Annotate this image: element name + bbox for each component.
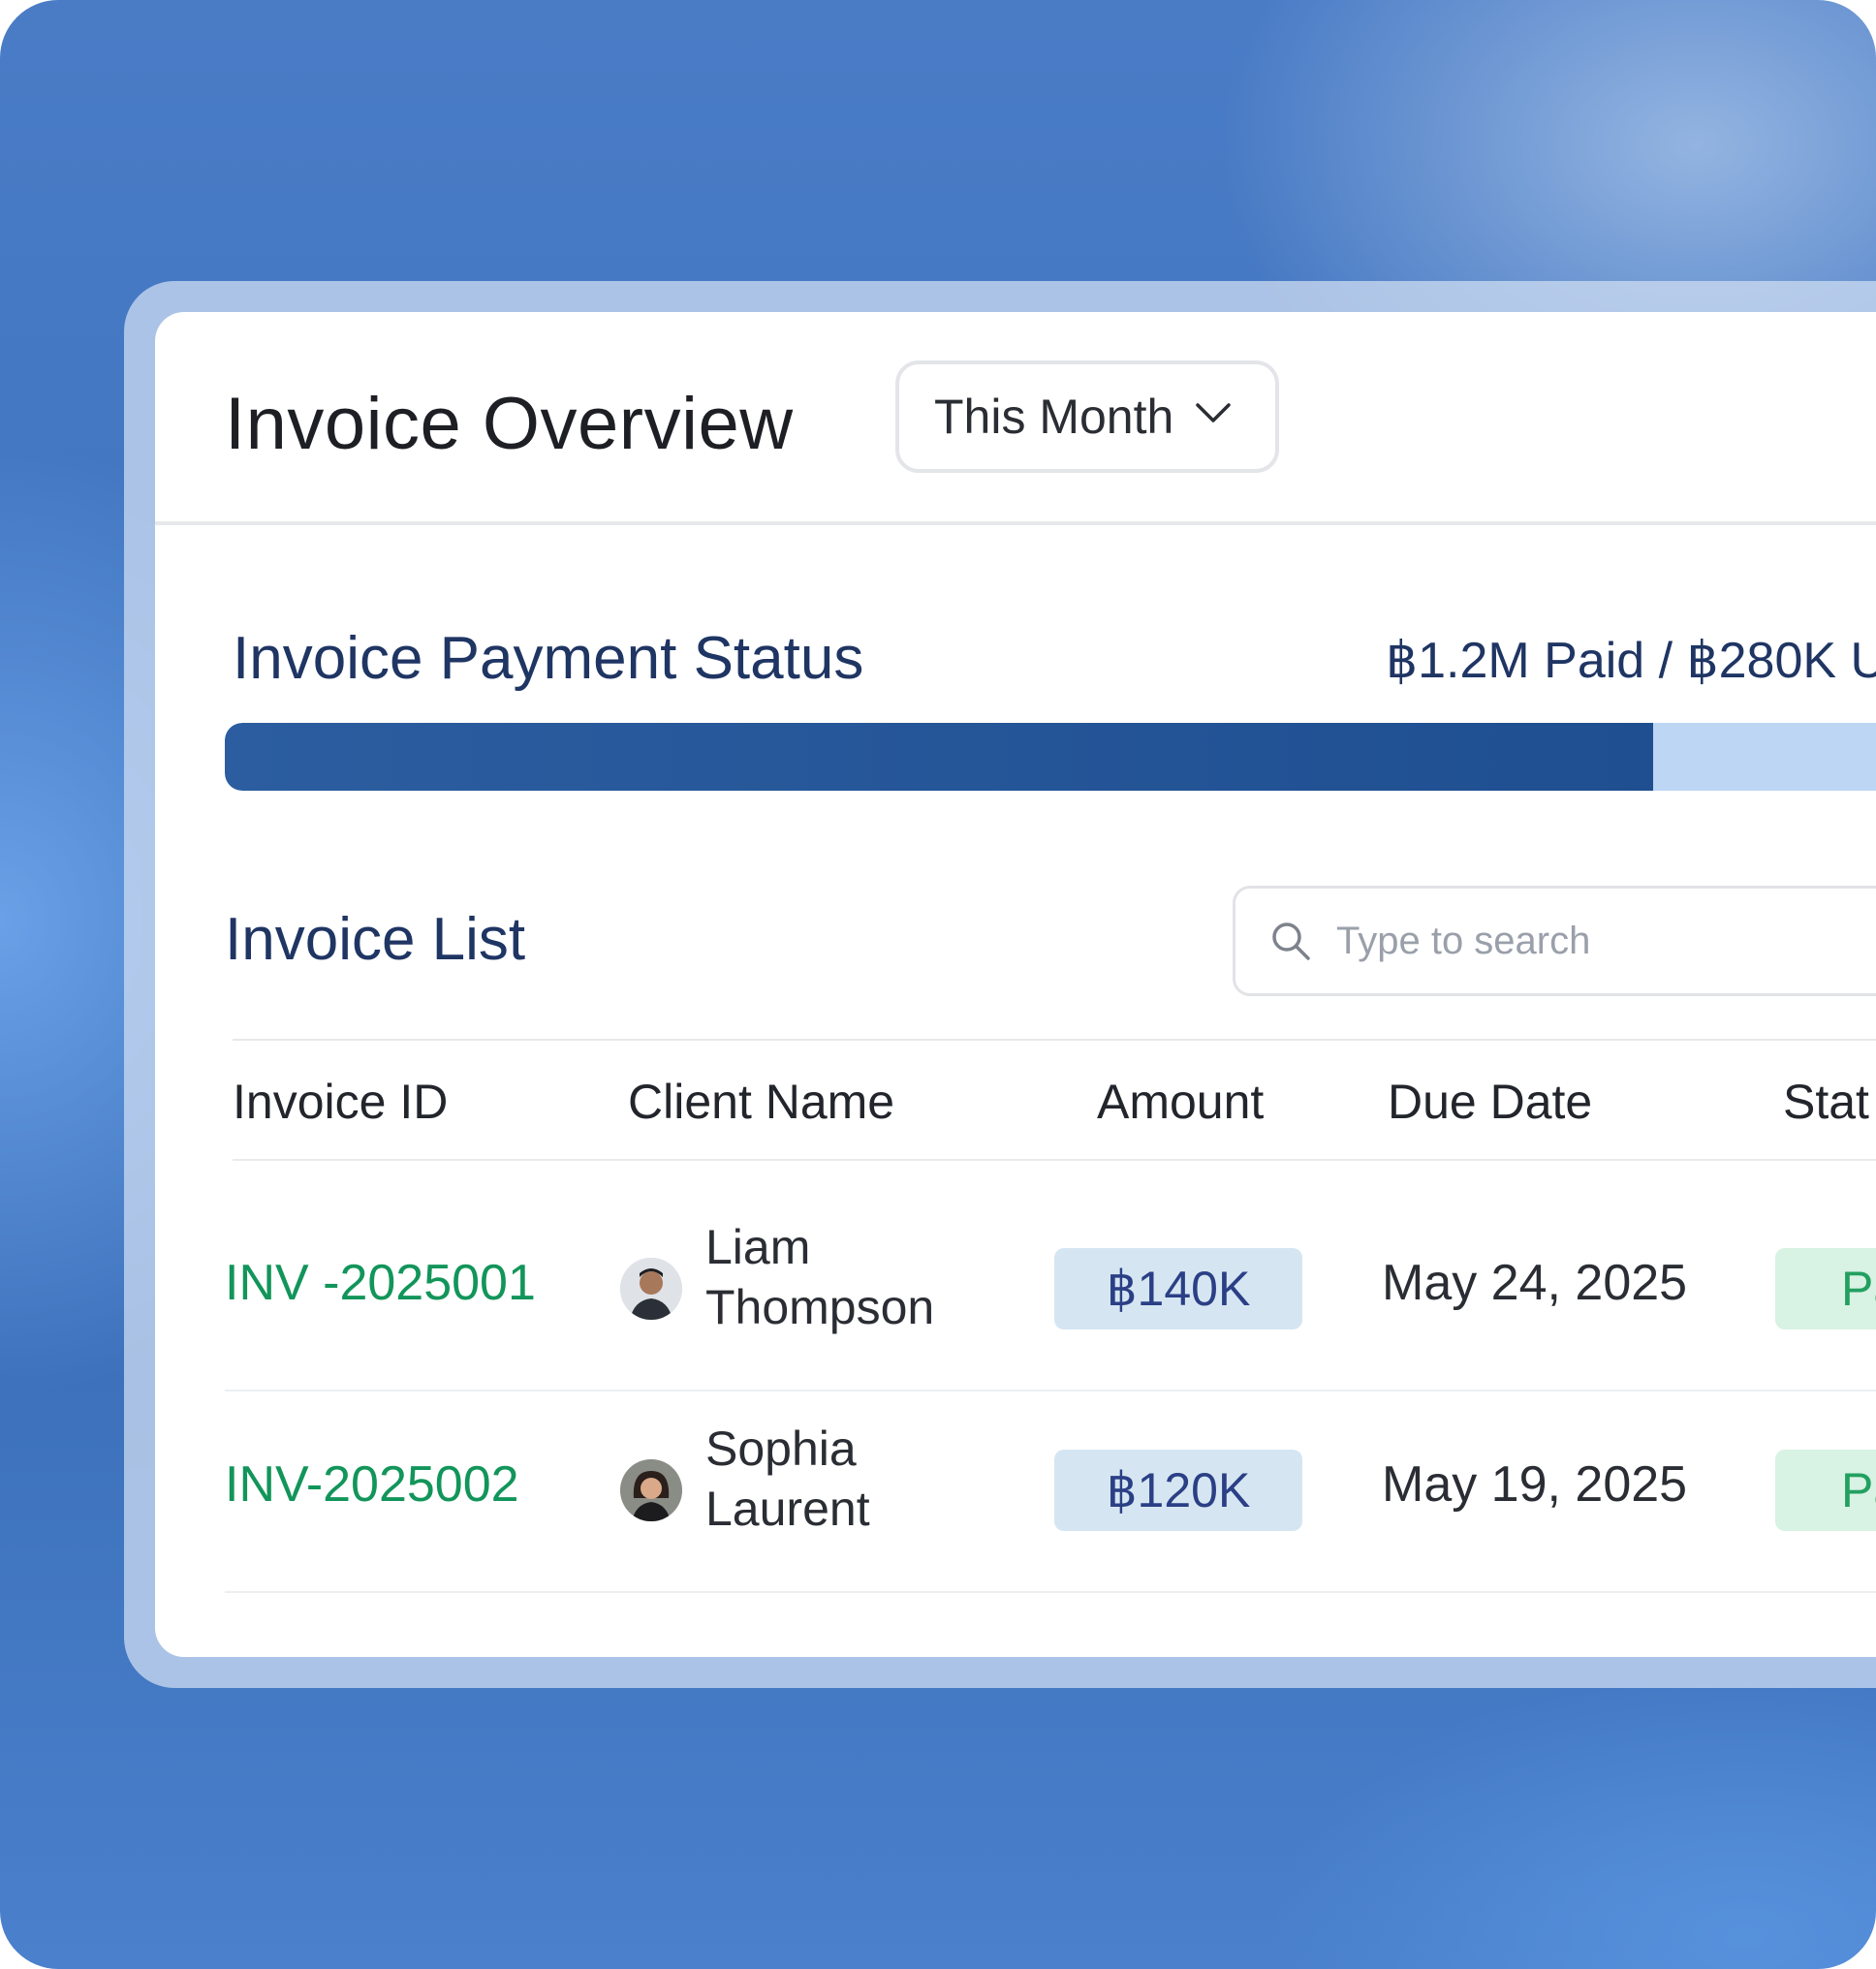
client-name: Liam Thompson [705, 1220, 935, 1334]
invoice-id-link[interactable]: INV -2025001 [225, 1254, 536, 1312]
status-badge: Pa [1775, 1248, 1876, 1329]
table-row[interactable]: INV -2025001 Liam Thompson ฿140K May 24,… [155, 1190, 1876, 1391]
avatar [620, 1459, 682, 1521]
column-header-invoice-id[interactable]: Invoice ID [233, 1074, 448, 1130]
column-header-due-date[interactable]: Due Date [1388, 1074, 1592, 1130]
search-input[interactable] [1336, 919, 1876, 963]
table-divider [233, 1039, 1876, 1041]
table-divider [233, 1159, 1876, 1161]
column-header-status[interactable]: Stat [1783, 1074, 1869, 1130]
column-header-amount[interactable]: Amount [1097, 1074, 1264, 1130]
payment-progress-paid [225, 723, 1654, 791]
status-badge: Pa [1775, 1450, 1876, 1531]
due-date: May 24, 2025 [1382, 1255, 1688, 1311]
avatar [620, 1258, 682, 1320]
payment-progress-bar [225, 723, 1876, 791]
payment-status-title: Invoice Payment Status [233, 625, 864, 692]
amount-badge: ฿120K [1054, 1450, 1302, 1531]
search-icon [1272, 922, 1310, 960]
column-header-client-name[interactable]: Client Name [628, 1074, 894, 1130]
client-name: Sophia Laurent [705, 1422, 870, 1536]
period-select[interactable]: This Month [895, 360, 1279, 473]
card-header: Invoice Overview This Month [155, 312, 1876, 525]
amount-badge: ฿140K [1054, 1248, 1302, 1329]
invoice-list-title: Invoice List [225, 906, 526, 973]
table-row[interactable]: INV-2025002 Sophia Laurent ฿120K May 19,… [155, 1391, 1876, 1593]
invoice-id-link[interactable]: INV-2025002 [225, 1455, 519, 1514]
chevron-down-icon [1196, 403, 1231, 422]
due-date: May 19, 2025 [1382, 1456, 1688, 1513]
period-select-value: This Month [934, 390, 1174, 444]
invoice-overview-card: Invoice Overview This Month Invoice Paym… [155, 312, 1876, 1657]
payment-status-summary: ฿1.2M Paid / ฿280K U [1386, 633, 1876, 689]
search-box[interactable] [1233, 886, 1876, 996]
row-divider [225, 1591, 1876, 1593]
page-title: Invoice Overview [225, 383, 794, 465]
